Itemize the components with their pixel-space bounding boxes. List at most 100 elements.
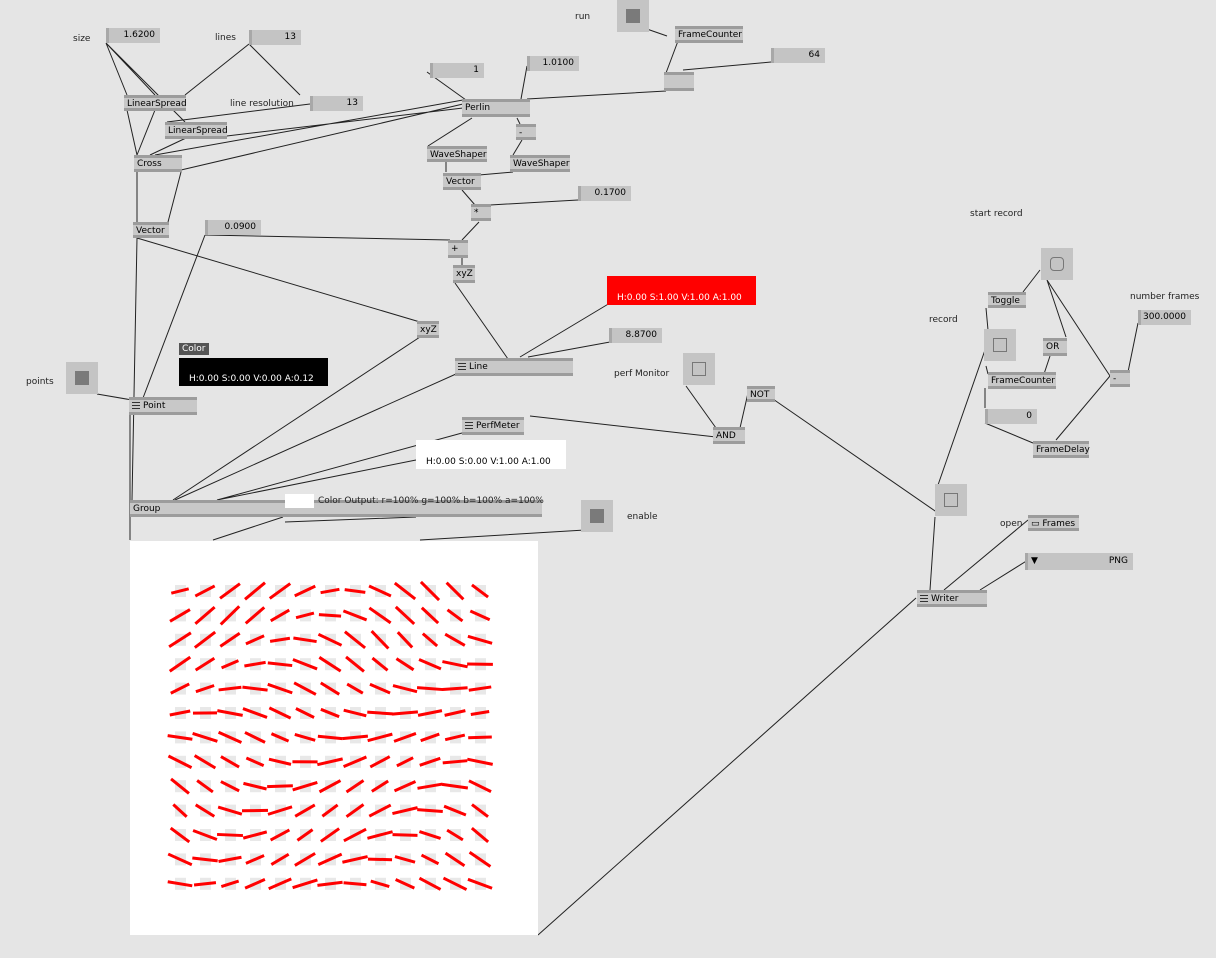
xyz-2-node[interactable]: xyZ (417, 321, 439, 338)
perf-monitor-indicator (692, 362, 706, 376)
run-button[interactable] (617, 0, 649, 32)
format-dropdown[interactable]: ▼ PNG (1025, 553, 1133, 570)
size-value[interactable]: 1.6200 (106, 28, 160, 43)
field-stroke (417, 782, 443, 790)
frame-delay-node[interactable]: FrameDelay (1033, 441, 1090, 458)
enable-button[interactable] (581, 500, 613, 532)
field-stroke (391, 710, 419, 716)
record-indicator (993, 338, 1007, 352)
menu-icon (458, 363, 466, 370)
frame-counter-2-node[interactable]: FrameCounter (988, 372, 1056, 389)
or-node[interactable]: OR (1043, 338, 1067, 356)
linear-spread-label: LinearSpread (127, 99, 187, 109)
record-toggle[interactable] (984, 329, 1016, 361)
render-output (130, 541, 538, 935)
not-node[interactable]: NOT (747, 386, 775, 402)
field-stroke (317, 734, 343, 741)
field-stroke (344, 588, 366, 594)
perf-monitor-label: perf Monitor (614, 369, 670, 379)
multiply-node[interactable]: * (471, 204, 491, 221)
format-label: PNG (1108, 556, 1128, 566)
and-label: AND (716, 431, 736, 441)
line-color-box[interactable]: H:0.00 S:1.00 V:1.00 A:1.00 (607, 276, 756, 305)
run-label: run (575, 12, 591, 22)
point-node[interactable]: Point (129, 397, 197, 415)
xyz-node[interactable]: xyZ (453, 265, 475, 283)
or-label: OR (1046, 342, 1060, 352)
offset-value[interactable]: 0.0900 (205, 220, 261, 235)
frame-step-value[interactable]: 64 (771, 48, 825, 63)
toggle-node[interactable]: Toggle (988, 292, 1026, 308)
folder-icon: ▭ (1031, 519, 1040, 529)
number-frames-value[interactable]: 300.0000 (1138, 310, 1191, 325)
waveshaper-2-node[interactable]: WaveShaper (510, 155, 570, 172)
perlin-label: Perlin (465, 103, 491, 113)
points-button[interactable] (66, 362, 98, 394)
field-stroke (442, 759, 468, 765)
cross-label: Cross (137, 159, 162, 169)
and-node[interactable]: AND (713, 427, 745, 444)
field-stroke (167, 734, 193, 741)
field-stroke (341, 734, 369, 741)
writer-node[interactable]: Writer (917, 590, 987, 607)
frame-tick-node[interactable] (664, 72, 694, 91)
frame-counter-2-label: FrameCounter (991, 376, 1056, 386)
waveshaper-2-label: WaveShaper (513, 159, 570, 169)
perlin-b-value[interactable]: 1.0100 (527, 56, 579, 71)
cross-node[interactable]: Cross (134, 155, 182, 172)
vector-2-node[interactable]: Vector (133, 222, 169, 238)
perlin-node[interactable]: Perlin (462, 99, 530, 117)
field-stroke (468, 685, 492, 692)
multiply-label: * (474, 208, 479, 218)
linear-spread-2-node[interactable]: LinearSpread (165, 122, 228, 139)
plus-node[interactable]: + (448, 240, 468, 258)
minus-2-node[interactable]: - (1110, 370, 1130, 387)
points-indicator (75, 371, 89, 385)
plus-label: + (451, 244, 459, 254)
run-indicator (626, 9, 640, 23)
field-stroke (367, 710, 393, 716)
vector-2-label: Vector (136, 226, 165, 236)
waveshaper-label: WaveShaper (430, 150, 487, 160)
line-node[interactable]: Line (455, 358, 573, 376)
frame-delay-label: FrameDelay (1036, 445, 1090, 455)
line-width-value[interactable]: 8.8700 (609, 328, 662, 343)
start-record-button[interactable] (1041, 248, 1073, 280)
vector-node[interactable]: Vector (443, 173, 481, 190)
field-stroke (216, 832, 244, 838)
xyz-2-label: xyZ (420, 325, 437, 335)
perfmeter-node[interactable]: PerfMeter (462, 417, 524, 435)
dropdown-arrow-icon: ▼ (1031, 556, 1038, 566)
field-stroke (219, 605, 241, 626)
frame-zero-value[interactable]: 0 (985, 409, 1037, 424)
lines-value[interactable]: 13 (249, 30, 301, 45)
linear-spread-2-label: LinearSpread (168, 126, 228, 136)
scale-value[interactable]: 0.1700 (578, 186, 631, 201)
group-label: Group (133, 504, 161, 514)
perf-color-box[interactable]: H:0.00 S:0.00 V:1.00 A:1.00 (416, 440, 566, 469)
linear-spread-node[interactable]: LinearSpread (124, 95, 187, 111)
perlin-a-value[interactable]: 1 (430, 63, 484, 78)
points-label: points (26, 377, 54, 387)
point-color-box[interactable]: H:0.00 S:0.00 V:0.00 A:0.12 (179, 358, 328, 386)
minus-node[interactable]: - (516, 124, 536, 140)
frames-folder-label: Frames (1042, 519, 1076, 529)
field-stroke (193, 881, 217, 887)
enable-indicator (590, 509, 604, 523)
frame-counter-node[interactable]: FrameCounter (675, 26, 743, 43)
start-record-label: start record (970, 209, 1023, 219)
field-stroke (318, 613, 342, 618)
writer-enable-toggle[interactable] (935, 484, 967, 516)
line-label: Line (469, 362, 488, 372)
waveshaper-node[interactable]: WaveShaper (427, 146, 487, 162)
writer-enable-indicator (944, 493, 958, 507)
line-resolution-label: line resolution (230, 99, 294, 109)
perfmeter-label: PerfMeter (476, 421, 520, 431)
number-frames-label: number frames (1130, 292, 1200, 302)
field-stroke (468, 735, 492, 740)
perf-monitor-toggle[interactable] (683, 353, 715, 385)
frames-folder-button[interactable]: ▭ Frames (1028, 515, 1079, 531)
line-resolution-value[interactable]: 13 (310, 96, 363, 111)
color-output-swatch (285, 494, 314, 508)
field-stroke (470, 710, 490, 716)
